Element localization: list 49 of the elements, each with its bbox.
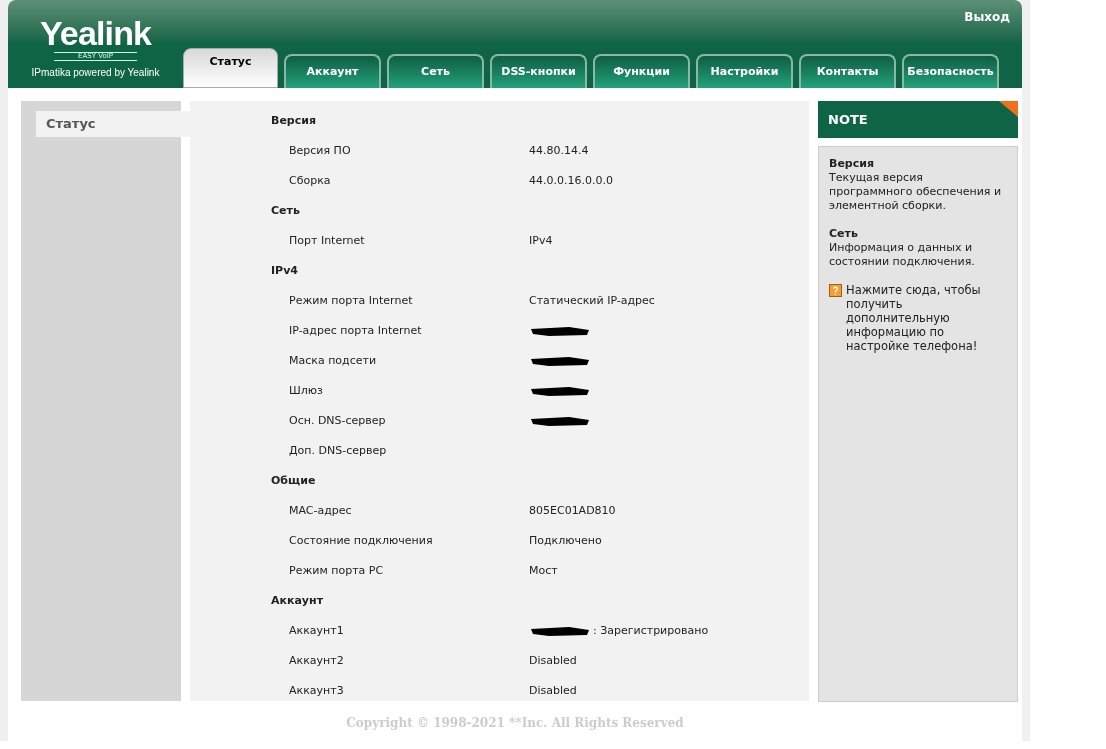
field-label: Сборка (288, 172, 332, 189)
nav-tab[interactable]: Функции (593, 54, 690, 88)
nav-tab[interactable]: Настройки (696, 54, 793, 88)
field-label: Состояние подключения (288, 532, 434, 549)
note-text: Текущая версия программного обеспечения и элементной сборки. (829, 171, 1003, 213)
field-label: Шлюз (288, 382, 324, 399)
field-label: IP-адрес порта Internet (288, 322, 423, 339)
field-label: Осн. DNS-сервер (288, 412, 387, 429)
field-label: Режим порта PC (288, 562, 385, 579)
logo: Yealink (39, 16, 152, 50)
section-heading: Сеть (271, 202, 300, 219)
nav-tab[interactable]: Безопасность (902, 54, 999, 88)
field-label: Аккаунт2 (288, 652, 345, 669)
nav-tab[interactable]: Статус (183, 48, 278, 88)
field-label: Порт Internet (288, 232, 366, 249)
note-heading: Версия (829, 157, 875, 171)
field-value: Disabled (529, 652, 577, 669)
field-value: 44.0.0.16.0.0.0 (529, 172, 613, 189)
field-value: 805EC01AD810 (529, 502, 616, 519)
note-text: Информация о данных и состоянии подключения. (829, 241, 976, 269)
subtitle: IPmatika powered by Yealink (31, 66, 160, 80)
nav-tab[interactable]: Контакты (799, 54, 896, 88)
note-heading: Сеть (829, 227, 859, 241)
corner-fold-icon (999, 101, 1018, 117)
field-label: MAC-адрес (288, 502, 353, 519)
logout-link[interactable]: Выход (964, 8, 1010, 26)
section-heading: Общие (271, 472, 316, 489)
help-link[interactable]: Нажмите сюда, чтобы получить дополнительную информацию по настройке телефона! (846, 283, 1007, 353)
nav-tab[interactable]: Аккаунт (284, 54, 381, 88)
section-heading: Аккаунт (271, 592, 323, 609)
note-title: NOTE (828, 110, 868, 129)
field-label: Аккаунт3 (288, 682, 345, 699)
field-label: Версия ПО (288, 142, 352, 159)
field-value: Подключено (529, 532, 602, 549)
field-value: IPv4 (529, 232, 553, 249)
field-label: Режим порта Internet (288, 292, 414, 309)
section-heading: Версия (271, 112, 316, 129)
field-label: Аккаунт1 (288, 622, 345, 639)
field-label: Маска подсети (288, 352, 378, 369)
field-value: 44.80.14.4 (529, 142, 589, 159)
nav-tab[interactable]: DSS-кнопки (490, 54, 587, 88)
field-value: : Зарегистрировано (593, 622, 709, 639)
section-heading: IPv4 (271, 262, 298, 279)
field-value: Статический IP-адрес (529, 292, 655, 309)
nav-tab[interactable]: Сеть (387, 54, 484, 88)
field-value: Мост (529, 562, 558, 579)
field-label: Доп. DNS-сервер (288, 442, 388, 459)
field-value: Disabled (529, 682, 577, 699)
help-icon[interactable] (829, 284, 842, 297)
